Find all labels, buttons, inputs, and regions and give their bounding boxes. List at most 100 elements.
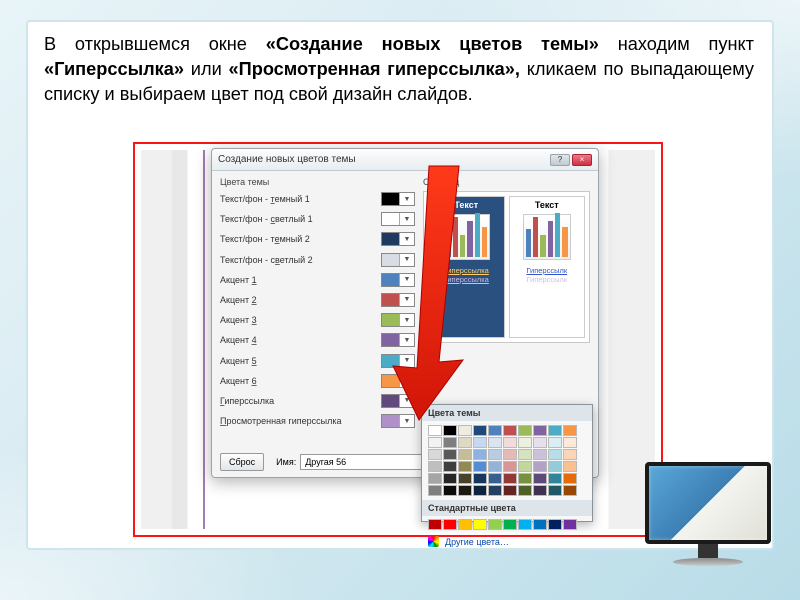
color-swatch[interactable] <box>488 425 502 436</box>
color-swatch[interactable] <box>533 461 547 472</box>
color-swatch[interactable] <box>428 425 442 436</box>
color-swatch[interactable] <box>473 473 487 484</box>
color-swatch[interactable] <box>533 425 547 436</box>
color-swatch[interactable] <box>548 473 562 484</box>
color-dropdown-button[interactable]: ▼ <box>381 374 415 388</box>
desc-b1: «Создание новых цветов темы» <box>266 34 599 54</box>
color-swatch[interactable] <box>548 485 562 496</box>
color-dropdown-button[interactable]: ▼ <box>381 293 415 307</box>
color-swatch[interactable] <box>458 519 472 530</box>
color-dropdown-button[interactable]: ▼ <box>381 192 415 206</box>
color-swatch[interactable] <box>488 485 502 496</box>
color-dropdown-button[interactable]: ▼ <box>381 414 415 428</box>
color-swatch[interactable] <box>518 449 532 460</box>
color-swatch[interactable] <box>548 437 562 448</box>
more-colors-item[interactable]: Другие цвета… <box>422 533 592 550</box>
mini-bar <box>460 235 465 257</box>
dialog-titlebar[interactable]: Создание новых цветов темы ? × <box>212 149 598 171</box>
color-swatch[interactable] <box>458 449 472 460</box>
color-swatch[interactable] <box>443 461 457 472</box>
color-swatch[interactable] <box>428 461 442 472</box>
reset-button[interactable]: Сброс <box>220 453 264 471</box>
color-swatch[interactable] <box>443 437 457 448</box>
color-swatch[interactable] <box>503 425 517 436</box>
mini-bar <box>453 217 458 257</box>
color-swatch[interactable] <box>548 425 562 436</box>
color-swatch[interactable] <box>488 449 502 460</box>
color-swatch[interactable] <box>488 473 502 484</box>
color-swatch[interactable] <box>473 449 487 460</box>
color-swatch[interactable] <box>458 473 472 484</box>
color-swatch[interactable] <box>518 473 532 484</box>
color-swatch[interactable] <box>473 519 487 530</box>
color-swatch[interactable] <box>428 449 442 460</box>
color-dropdown-button[interactable]: ▼ <box>381 232 415 246</box>
color-swatch[interactable] <box>518 461 532 472</box>
color-swatch[interactable] <box>458 485 472 496</box>
color-swatch[interactable] <box>428 485 442 496</box>
color-swatch[interactable] <box>488 437 502 448</box>
color-swatch[interactable] <box>563 485 577 496</box>
color-dropdown-button[interactable]: ▼ <box>381 394 415 408</box>
color-dropdown-button[interactable]: ▼ <box>381 273 415 287</box>
color-swatch[interactable] <box>488 519 502 530</box>
color-swatch <box>382 355 400 367</box>
color-swatch[interactable] <box>503 461 517 472</box>
color-swatch[interactable] <box>428 519 442 530</box>
color-swatch[interactable] <box>533 437 547 448</box>
color-swatch[interactable] <box>428 437 442 448</box>
color-swatch[interactable] <box>563 425 577 436</box>
color-swatch[interactable] <box>443 425 457 436</box>
color-swatch[interactable] <box>443 473 457 484</box>
desc-b3: «Просмотренная гиперссылка», <box>229 59 520 79</box>
mini-bar <box>533 217 538 257</box>
color-swatch[interactable] <box>503 437 517 448</box>
color-swatch[interactable] <box>563 461 577 472</box>
color-dropdown-button[interactable]: ▼ <box>381 313 415 327</box>
color-swatch[interactable] <box>518 519 532 530</box>
color-swatch[interactable] <box>473 437 487 448</box>
color-swatch[interactable] <box>443 449 457 460</box>
color-swatch[interactable] <box>563 449 577 460</box>
color-swatch[interactable] <box>518 485 532 496</box>
color-row-4: Акцент 1▼ <box>220 272 415 288</box>
color-dropdown-button[interactable]: ▼ <box>381 253 415 267</box>
color-dropdown-button[interactable]: ▼ <box>381 354 415 368</box>
color-swatch[interactable] <box>503 519 517 530</box>
color-row-label: Акцент 6 <box>220 376 257 386</box>
color-swatch[interactable] <box>488 461 502 472</box>
color-swatch[interactable] <box>503 485 517 496</box>
color-swatch[interactable] <box>503 473 517 484</box>
color-swatch[interactable] <box>548 449 562 460</box>
color-dropdown-button[interactable]: ▼ <box>381 212 415 226</box>
color-row-7: Акцент 4▼ <box>220 332 415 348</box>
color-row-2: Текст/фон - темный 2▼ <box>220 231 415 247</box>
color-swatch[interactable] <box>443 485 457 496</box>
color-swatch[interactable] <box>518 437 532 448</box>
color-swatch[interactable] <box>563 519 577 530</box>
color-swatch[interactable] <box>473 485 487 496</box>
color-swatch[interactable] <box>518 425 532 436</box>
color-swatch[interactable] <box>458 425 472 436</box>
color-swatch[interactable] <box>563 437 577 448</box>
color-dropdown-button[interactable]: ▼ <box>381 333 415 347</box>
mini-bar <box>548 221 553 257</box>
color-swatch[interactable] <box>548 461 562 472</box>
color-swatch[interactable] <box>563 473 577 484</box>
color-swatch[interactable] <box>533 519 547 530</box>
help-button[interactable]: ? <box>550 154 570 166</box>
color-swatch[interactable] <box>443 519 457 530</box>
color-swatch[interactable] <box>428 473 442 484</box>
color-wheel-icon <box>428 536 439 547</box>
color-swatch[interactable] <box>458 437 472 448</box>
color-swatch[interactable] <box>503 449 517 460</box>
color-swatch[interactable] <box>548 519 562 530</box>
color-swatch[interactable] <box>533 485 547 496</box>
close-button[interactable]: × <box>572 154 592 166</box>
color-swatch[interactable] <box>458 461 472 472</box>
color-row-0: Текст/фон - темный 1▼ <box>220 191 415 207</box>
color-swatch[interactable] <box>533 473 547 484</box>
color-swatch[interactable] <box>533 449 547 460</box>
color-swatch[interactable] <box>473 425 487 436</box>
color-swatch[interactable] <box>473 461 487 472</box>
